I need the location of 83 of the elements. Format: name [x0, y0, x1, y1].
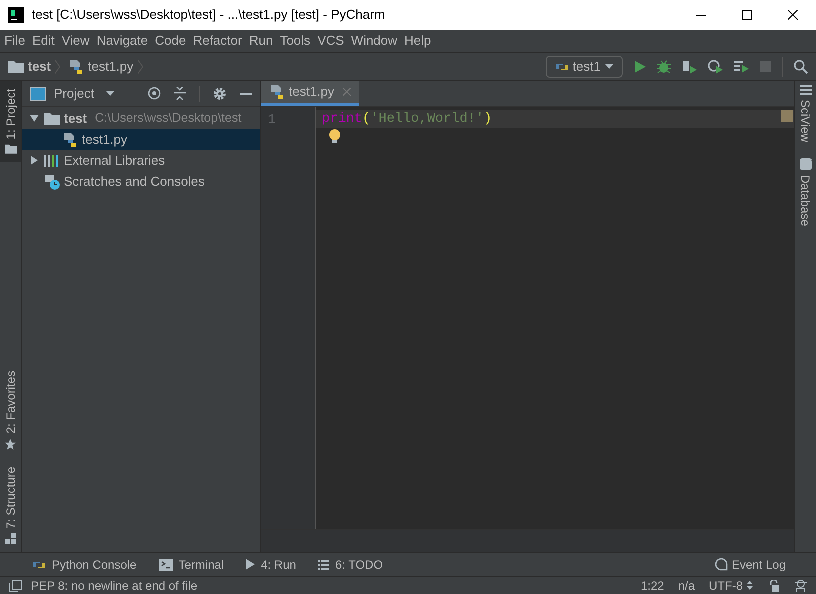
menu-item[interactable]: Code [152, 31, 190, 51]
dropdown-arrow-icon [605, 64, 614, 69]
chevron-icon [138, 60, 143, 74]
item-path: C:\Users\wss\Desktop\test [95, 110, 242, 128]
play-icon [246, 559, 256, 570]
tree-item[interactable]: Scratches and Consoles [22, 171, 260, 192]
tool-window-tab[interactable]: 2: Favorites [0, 363, 21, 459]
tool-window-button[interactable]: Terminal [158, 556, 224, 574]
profile-icon[interactable] [708, 60, 723, 74]
tool-window-button[interactable]: 4: Run [246, 556, 296, 574]
search-icon[interactable] [794, 60, 808, 74]
folder-icon [44, 112, 60, 125]
minimize-icon [696, 14, 706, 16]
tool-windows-icon[interactable] [9, 580, 22, 592]
python-file-icon [62, 132, 78, 148]
menu-item[interactable]: Window [348, 31, 402, 51]
list-icon [318, 560, 330, 570]
chevron-icon [55, 60, 60, 74]
menu-item[interactable]: Edit [28, 31, 58, 51]
tool-window-button[interactable]: 6: TODO [318, 556, 384, 574]
speech-bubble-icon [714, 558, 728, 571]
menu-item[interactable]: Tools [276, 31, 314, 51]
tool-window-tab[interactable]: SciView [796, 85, 814, 142]
scratch-icon [44, 174, 60, 190]
breadcrumb-item[interactable]: test1.py [68, 56, 143, 76]
library-icon [44, 154, 60, 167]
dropdown-arrow-icon[interactable] [106, 91, 116, 96]
item-label: test1.py [82, 130, 128, 149]
tool-window-button[interactable]: Python Console [32, 556, 137, 574]
lightbulb-icon[interactable] [329, 129, 341, 144]
menu-item[interactable]: Help [401, 31, 435, 51]
star-icon [4, 438, 17, 451]
run-list-icon[interactable] [734, 60, 749, 72]
panel-icon [30, 86, 46, 100]
tree-item[interactable]: test C:\Users\wss\Desktop\test [22, 108, 260, 129]
folder-icon [8, 60, 24, 73]
item-label: test [64, 110, 88, 128]
status-message: PEP 8: no newline at end of file [31, 578, 198, 594]
menu-item[interactable]: Refactor [190, 31, 246, 51]
python-file-icon [68, 58, 84, 74]
tool-window-tab[interactable]: 1: Project [0, 81, 21, 162]
minimize-icon[interactable] [240, 92, 252, 94]
status-item[interactable]: UTF-8 [709, 576, 743, 594]
menu-item[interactable]: File [1, 31, 29, 51]
collapse-icon[interactable] [174, 87, 186, 100]
tree-item[interactable]: test1.py [22, 129, 260, 150]
lock-icon[interactable] [769, 580, 779, 592]
menu-item[interactable]: Run [246, 31, 277, 51]
settings-icon[interactable] [213, 86, 227, 100]
up-down-arrows-icon [747, 581, 753, 590]
expanded-arrow-icon[interactable] [30, 114, 38, 123]
breadcrumb-item[interactable]: test [8, 56, 60, 76]
status-item[interactable]: n/a [678, 576, 695, 594]
collapsed-arrow-icon[interactable] [30, 156, 38, 165]
grid-icon [800, 85, 812, 96]
coverage-icon[interactable] [682, 60, 697, 74]
locate-icon[interactable] [148, 87, 161, 100]
python-file-icon [269, 84, 285, 100]
close-icon [788, 10, 798, 20]
inspector-icon[interactable] [795, 579, 807, 592]
structure-icon [5, 533, 16, 544]
bug-icon[interactable] [657, 60, 671, 74]
tool-window-tab[interactable]: Database [796, 158, 814, 227]
run-icon[interactable] [635, 60, 646, 72]
editor-tab[interactable]: test1.py [261, 81, 359, 106]
terminal-icon [158, 558, 173, 570]
run-config-dropdown[interactable]: test1 [546, 56, 623, 78]
menu-item[interactable]: Navigate [93, 31, 152, 51]
tree-item[interactable]: External Libraries [22, 150, 260, 171]
database-icon [800, 158, 812, 172]
panel-title[interactable]: Project [54, 84, 94, 104]
folder-icon [4, 144, 16, 154]
menu-item[interactable]: VCS [314, 31, 348, 51]
status-item[interactable]: 1:22 [640, 576, 664, 594]
maximize-icon [742, 10, 752, 20]
item-label: External Libraries [64, 152, 166, 170]
app-logo-icon [8, 7, 24, 23]
tool-window-tab[interactable]: 7: Structure [0, 458, 21, 552]
event-log-button[interactable]: Event Log [714, 556, 786, 574]
window-title: test [C:\Users\wss\Desktop\test] - ...\test1.py [test] - PyCharm [32, 6, 386, 24]
menu-item[interactable]: View [58, 31, 94, 51]
inspection-status-icon [781, 110, 793, 122]
item-label: Scratches and Consoles [64, 172, 205, 191]
